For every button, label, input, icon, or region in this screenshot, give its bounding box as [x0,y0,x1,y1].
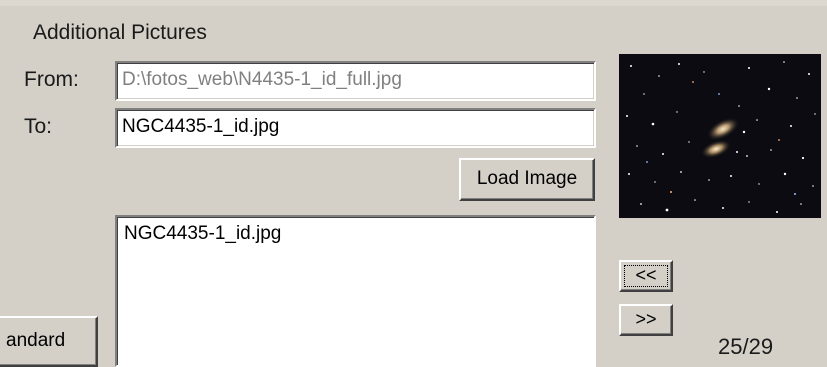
window-top-edge [0,0,827,6]
standard-button[interactable]: andard [0,316,98,367]
to-label: To: [24,115,53,138]
load-image-button[interactable]: Load Image [459,158,595,201]
previous-picture-label: << [635,265,657,285]
load-image-label: Load Image [476,168,578,189]
standard-button-label: andard [6,330,66,351]
group-title: Additional Pictures [33,21,207,44]
from-label: From: [24,68,79,91]
galaxy-preview-image [619,54,821,218]
picture-list[interactable]: NGC4435-1_id.jpg [115,215,596,367]
from-path-field[interactable]: D:\fotos_web\N4435-1_id_full.jpg [115,61,596,101]
next-picture-button[interactable]: >> [619,304,673,336]
picture-preview [619,54,821,218]
list-item[interactable]: NGC4435-1_id.jpg [124,223,594,245]
previous-picture-button[interactable]: << [619,260,673,292]
picture-counter: 25/29 [718,334,774,359]
to-filename-field[interactable]: NGC4435-1_id.jpg [115,108,596,148]
next-picture-label: >> [635,309,657,329]
